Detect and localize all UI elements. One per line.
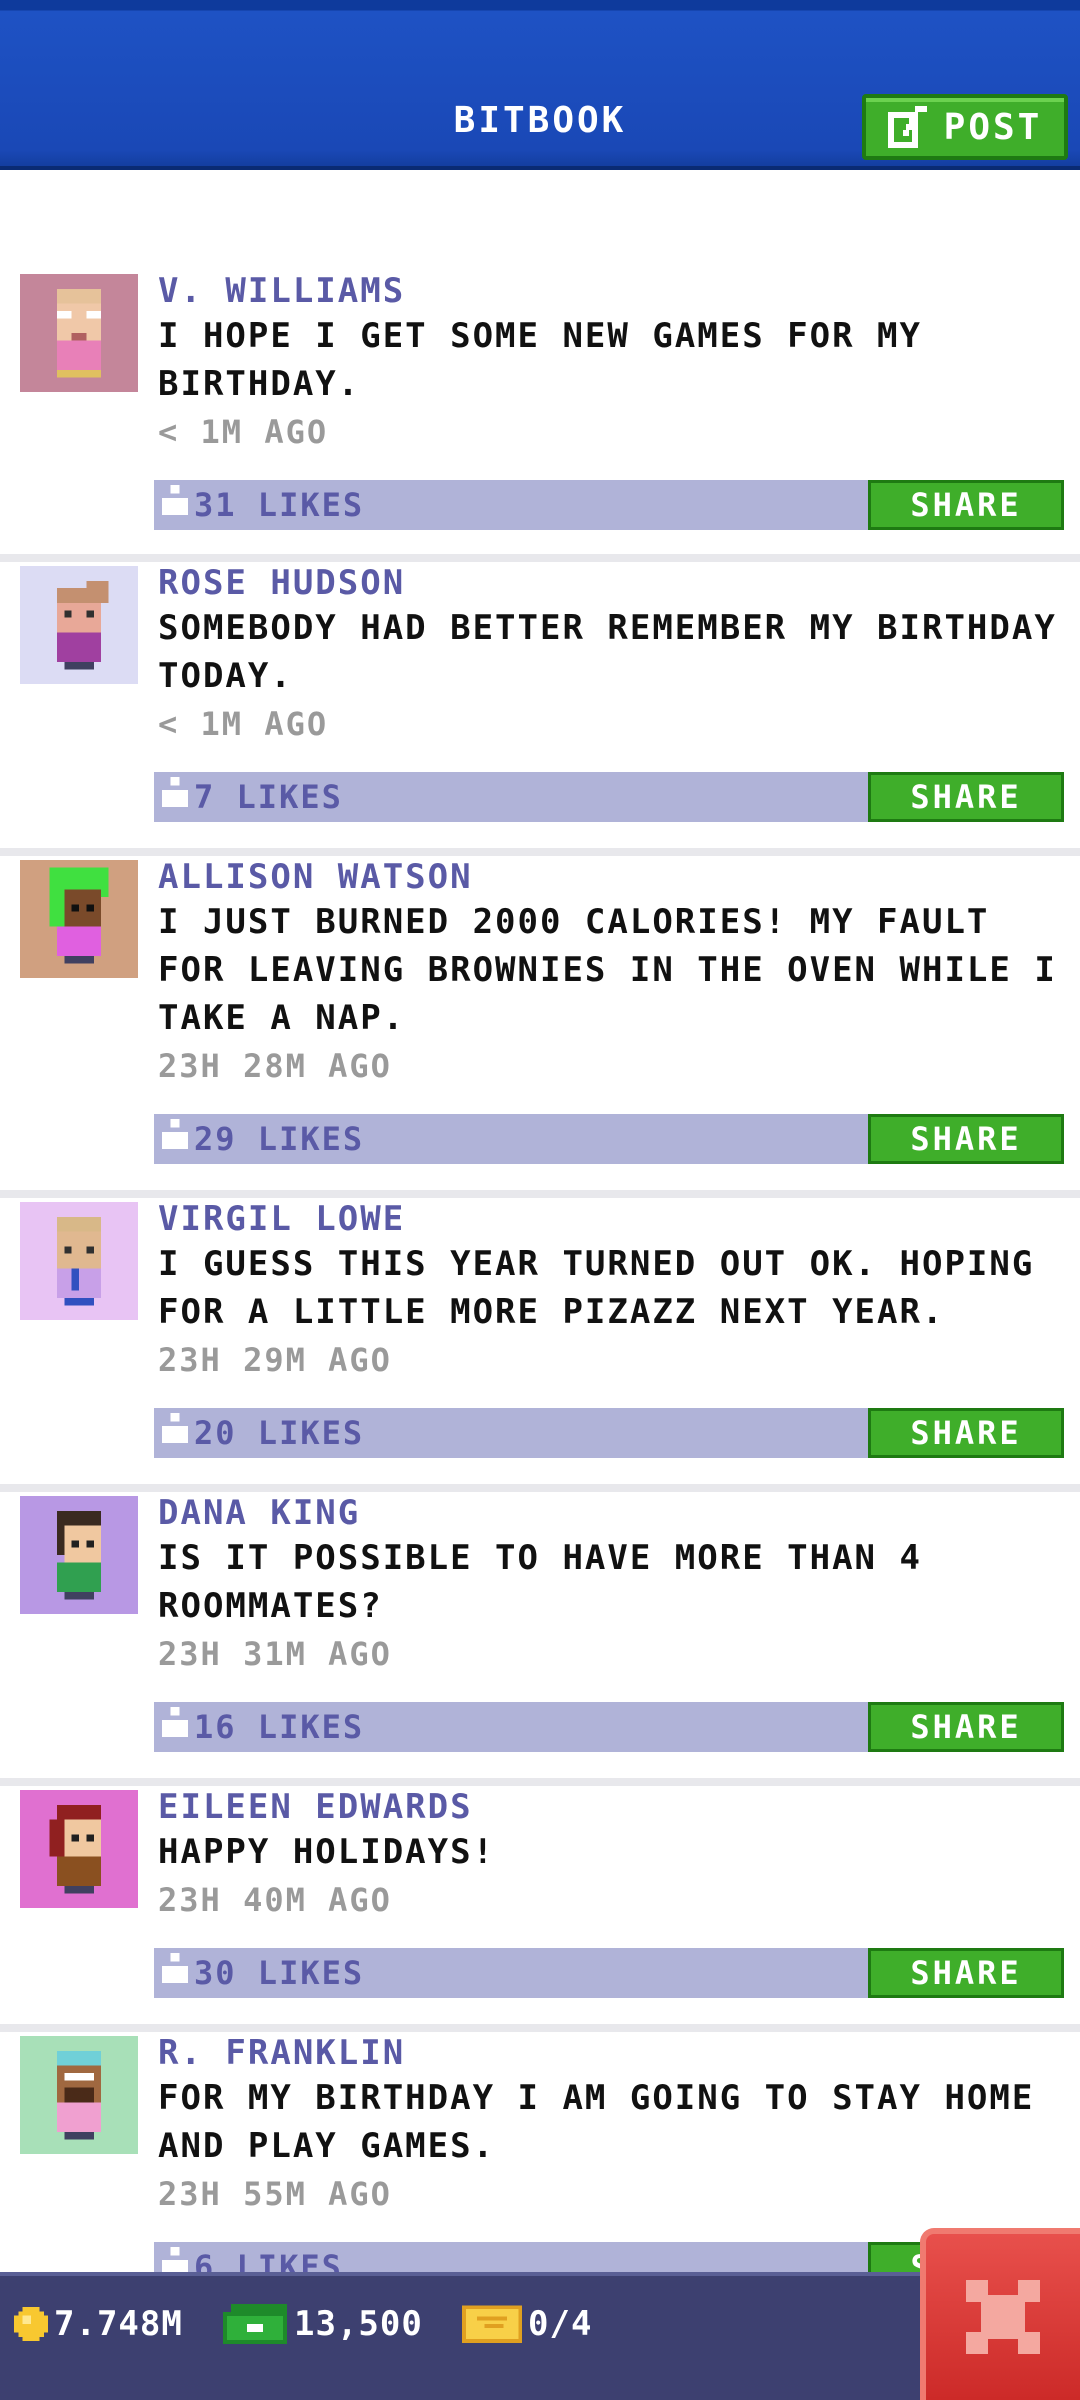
post-message: I HOPE I GET SOME NEW GAMES FOR MY BIRTH… [158,316,922,404]
tickets-stat: 0/4 [462,2304,592,2344]
post-author[interactable]: R. FRANKLIN [158,2032,1070,2074]
feed-list[interactable]: V. WILLIAMS I HOPE I GET SOME NEW GAMES … [0,270,1080,2326]
like-count[interactable]: 30 LIKES [194,1954,364,1992]
feed-post: EILEEN EDWARDS HAPPY HOLIDAYS! 23H 40M A… [0,1786,1080,2032]
status-bar: 7.748M 13,500 0/4 [0,2272,1080,2400]
post-author[interactable]: VIRGIL LOWE [158,1198,1070,1240]
thumbs-up-icon [162,777,188,807]
thumbs-up-icon [162,1953,188,1983]
app-header: BITBOOK POST [0,0,1080,170]
post-time: 23H 40M AGO [158,1881,392,1919]
coins-stat: 7.748M [14,2304,183,2344]
post-action-bar: 29 LIKES SHARE [154,1114,1064,1164]
thumbs-up-icon [162,1119,188,1149]
thumbs-up-icon [162,1707,188,1737]
feed-post: V. WILLIAMS I HOPE I GET SOME NEW GAMES … [0,270,1080,562]
avatar[interactable] [20,1202,138,1320]
close-icon [966,2280,1040,2354]
post-message: SOMEBODY HAD BETTER REMEMBER MY BIRTHDAY… [158,608,1057,696]
avatar[interactable] [20,274,138,392]
coin-icon [14,2307,48,2341]
share-button[interactable]: SHARE [868,480,1064,530]
feed-post: ALLISON WATSON I JUST BURNED 2000 CALORI… [0,856,1080,1198]
edit-icon [887,106,927,148]
share-button[interactable]: SHARE [868,1408,1064,1458]
post-action-bar: 30 LIKES SHARE [154,1948,1064,1998]
like-count[interactable]: 16 LIKES [194,1708,364,1746]
thumbs-up-icon [162,485,188,515]
post-author[interactable]: ALLISON WATSON [158,856,1070,898]
bux-stat: 13,500 [222,2304,423,2344]
post-time: 23H 29M AGO [158,1341,392,1379]
thumbs-up-icon [162,1413,188,1443]
share-button[interactable]: SHARE [868,1702,1064,1752]
post-time: 23H 55M AGO [158,2175,392,2213]
post-message: IS IT POSSIBLE TO HAVE MORE THAN 4 ROOMM… [158,1538,922,1626]
like-count[interactable]: 31 LIKES [194,486,364,524]
post-action-bar: 16 LIKES SHARE [154,1702,1064,1752]
feed-post: ROSE HUDSON SOMEBODY HAD BETTER REMEMBER… [0,562,1080,856]
like-count[interactable]: 20 LIKES [194,1414,364,1452]
avatar[interactable] [20,1790,138,1908]
post-message: HAPPY HOLIDAYS! [158,1832,496,1872]
post-author[interactable]: ROSE HUDSON [158,562,1070,604]
post-author[interactable]: DANA KING [158,1492,1070,1534]
avatar[interactable] [20,2036,138,2154]
ticket-icon [462,2305,522,2343]
like-count[interactable]: 7 LIKES [194,778,343,816]
bux-value: 13,500 [294,2304,423,2344]
avatar[interactable] [20,860,138,978]
post-action-bar: 31 LIKES SHARE [154,480,1064,530]
feed-post: DANA KING IS IT POSSIBLE TO HAVE MORE TH… [0,1492,1080,1786]
avatar[interactable] [20,1496,138,1614]
tickets-value: 0/4 [528,2304,593,2344]
close-button[interactable] [920,2228,1080,2400]
post-message: I JUST BURNED 2000 CALORIES! MY FAULT FO… [158,902,1057,1038]
coins-value: 7.748M [54,2304,183,2344]
post-message: I GUESS THIS YEAR TURNED OUT OK. HOPING … [158,1244,1035,1332]
post-button[interactable]: POST [862,94,1068,160]
post-time: 23H 28M AGO [158,1047,392,1085]
post-author[interactable]: V. WILLIAMS [158,270,1070,312]
post-action-bar: 7 LIKES SHARE [154,772,1064,822]
post-time: < 1M AGO [158,705,329,743]
post-author[interactable]: EILEEN EDWARDS [158,1786,1070,1828]
like-count[interactable]: 29 LIKES [194,1120,364,1158]
post-action-bar: 20 LIKES SHARE [154,1408,1064,1458]
bux-icon [223,2304,287,2344]
post-button-label: POST [943,106,1043,148]
share-button[interactable]: SHARE [868,1114,1064,1164]
feed-post: VIRGIL LOWE I GUESS THIS YEAR TURNED OUT… [0,1198,1080,1492]
post-time: < 1M AGO [158,413,329,451]
share-button[interactable]: SHARE [868,772,1064,822]
avatar[interactable] [20,566,138,684]
share-button[interactable]: SHARE [868,1948,1064,1998]
post-time: 23H 31M AGO [158,1635,392,1673]
post-message: FOR MY BIRTHDAY I AM GOING TO STAY HOME … [158,2078,1035,2166]
